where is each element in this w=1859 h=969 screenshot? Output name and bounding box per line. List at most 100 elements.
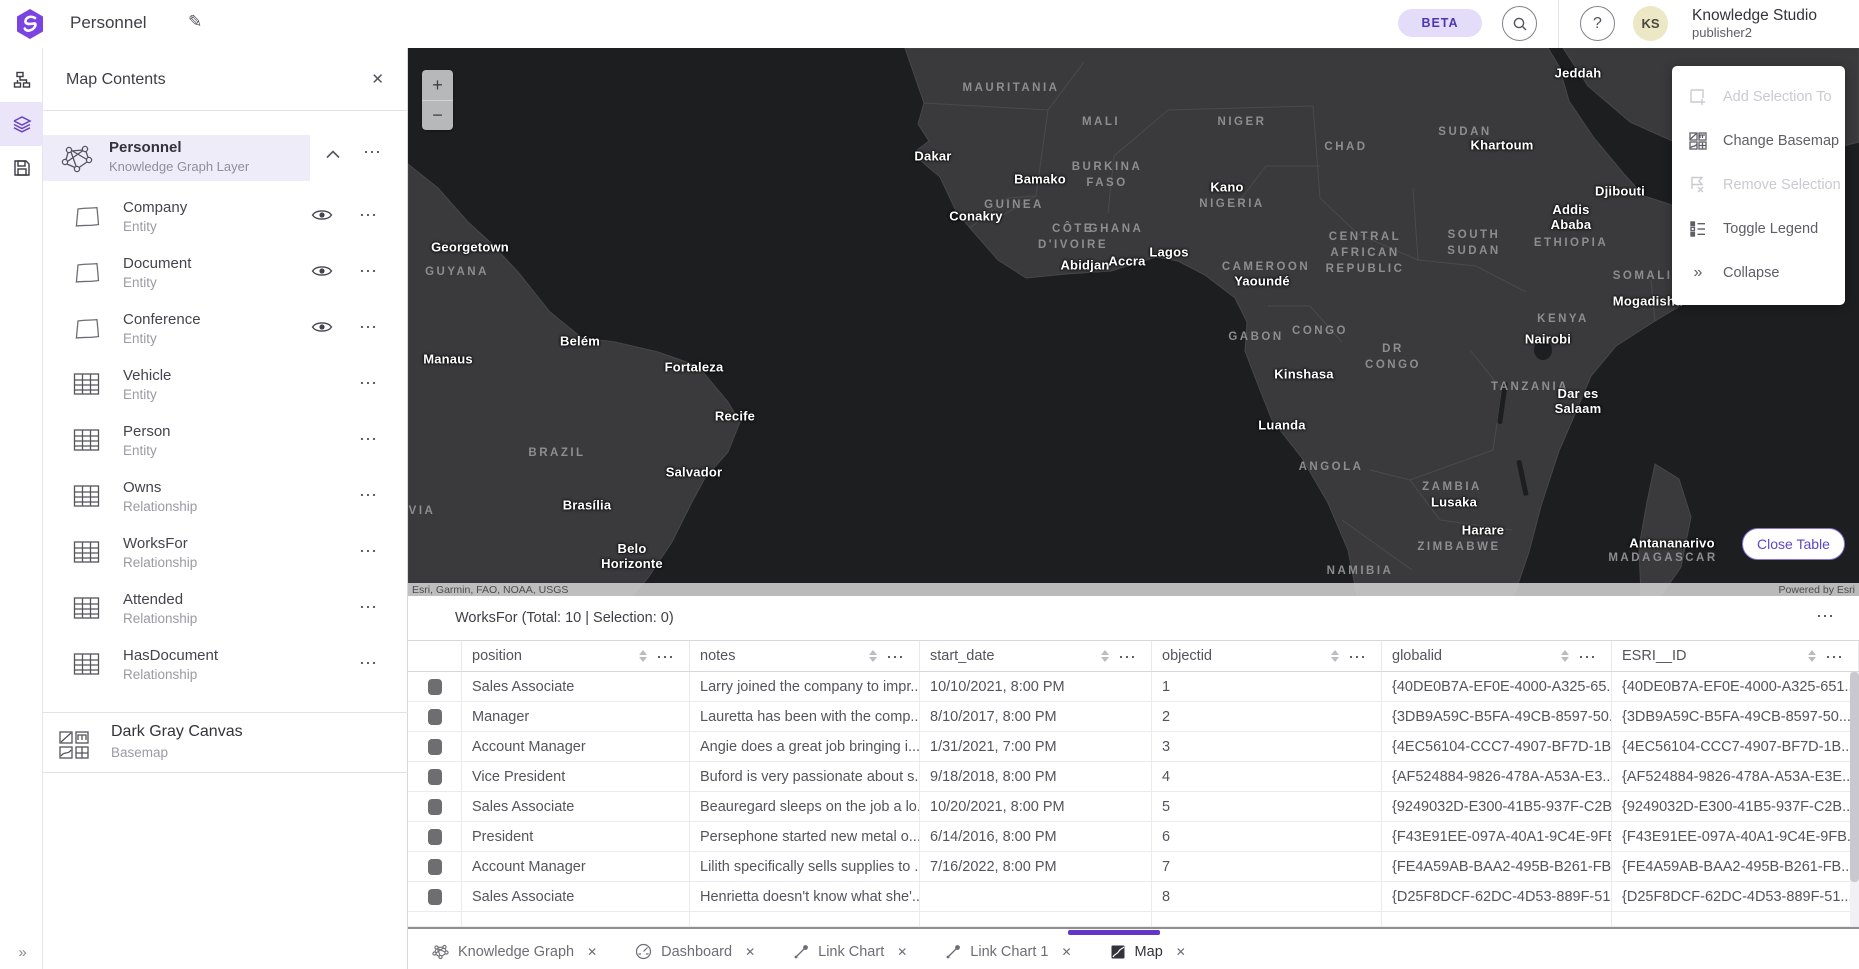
group-options-icon[interactable]: ⋯ [363, 143, 382, 161]
close-table-button[interactable]: Close Table [1742, 528, 1845, 560]
row-checkbox[interactable] [428, 859, 442, 875]
table-row[interactable]: Manager Lauretta has been with the comp.… [408, 702, 1859, 732]
view-tab[interactable]: Map ✕ [1110, 944, 1186, 960]
sidebar-item-layers[interactable] [0, 102, 43, 146]
sort-icon[interactable] [1101, 650, 1109, 662]
visibility-eye-icon[interactable] [311, 263, 333, 279]
sort-icon[interactable] [869, 650, 877, 662]
layer-options-icon[interactable]: ⋯ [359, 318, 378, 336]
help-button[interactable]: ? [1580, 6, 1615, 41]
zoom-in-button[interactable]: + [422, 70, 453, 100]
close-panel-icon[interactable]: ✕ [371, 70, 384, 88]
menu-item[interactable]: Change Basemap [1672, 119, 1845, 163]
menu-item[interactable]: Toggle Legend [1672, 207, 1845, 251]
column-options-icon[interactable]: ⋯ [656, 648, 675, 666]
table-row[interactable]: Sales Associate Beauregard sleeps on the… [408, 792, 1859, 822]
layer-list-item[interactable]: Document Entity ⋯ [43, 246, 408, 302]
row-checkbox[interactable] [428, 799, 442, 815]
app-logo-icon[interactable] [14, 8, 46, 40]
view-tab[interactable]: Link Chart 1 ✕ [945, 944, 1071, 960]
edit-title-icon[interactable]: ✎ [188, 12, 202, 32]
column-header[interactable]: globalid ⋯ [1382, 641, 1612, 671]
table-options-icon[interactable]: ⋯ [1816, 607, 1835, 625]
layer-options-icon[interactable]: ⋯ [359, 486, 378, 504]
layer-list-item[interactable]: Conference Entity ⋯ [43, 302, 408, 358]
table-row[interactable]: Account Manager Angie does a great job b… [408, 732, 1859, 762]
view-tab[interactable]: Knowledge Graph ✕ [432, 943, 597, 960]
layer-list-item[interactable]: Company Entity ⋯ [43, 190, 408, 246]
column-options-icon[interactable]: ⋯ [1118, 648, 1137, 666]
layer-group-personnel[interactable]: Personnel Knowledge Graph Layer ⋯ [43, 135, 408, 181]
map-country-label: ANGOLA [1299, 459, 1364, 475]
tab-close-icon[interactable]: ✕ [745, 945, 755, 959]
layer-list-item[interactable]: Attended Relationship ⋯ [43, 582, 408, 638]
sort-icon[interactable] [639, 650, 647, 662]
layer-options-icon[interactable]: ⋯ [359, 542, 378, 560]
column-header[interactable]: position ⋯ [462, 641, 690, 671]
map-country-label: KENYA [1537, 311, 1589, 327]
layer-list-item[interactable]: WorksFor Relationship ⋯ [43, 526, 408, 582]
view-tab[interactable]: Dashboard ✕ [635, 943, 755, 960]
sort-icon[interactable] [1808, 650, 1816, 662]
horizontal-scrollbar[interactable] [408, 927, 1859, 934]
map-view[interactable]: MAURITANIAMALINIGERSUDANCHADBURKINA FASO… [408, 48, 1859, 596]
layer-list-item[interactable]: Person Entity ⋯ [43, 414, 408, 470]
visibility-eye-icon[interactable] [311, 207, 333, 223]
layer-options-icon[interactable]: ⋯ [359, 262, 378, 280]
layer-options-icon[interactable]: ⋯ [359, 206, 378, 224]
menu-item-label: Collapse [1723, 265, 1779, 281]
row-checkbox[interactable] [428, 739, 442, 755]
sort-icon[interactable] [1561, 650, 1569, 662]
tab-close-icon[interactable]: ✕ [1176, 945, 1186, 959]
menu-item[interactable]: » Collapse [1672, 251, 1845, 295]
sort-icon[interactable] [1331, 650, 1339, 662]
column-options-icon[interactable]: ⋯ [1578, 648, 1597, 666]
row-checkbox[interactable] [428, 889, 442, 905]
tab-close-icon[interactable]: ✕ [1061, 945, 1071, 959]
row-checkbox[interactable] [428, 829, 442, 845]
layer-options-icon[interactable]: ⋯ [359, 430, 378, 448]
column-header[interactable]: notes ⋯ [690, 641, 920, 671]
tab-close-icon[interactable]: ✕ [587, 945, 597, 959]
menu-item[interactable]: Add Selection To [1672, 75, 1845, 119]
tab-close-icon[interactable]: ✕ [897, 945, 907, 959]
layer-list-item[interactable]: Vehicle Entity ⋯ [43, 358, 408, 414]
table-row[interactable]: Sales Associate Henrietta doesn't know w… [408, 882, 1859, 912]
menu-item[interactable]: Remove Selection [1672, 163, 1845, 207]
column-header[interactable]: objectid ⋯ [1152, 641, 1382, 671]
layer-list-item[interactable]: Owns Relationship ⋯ [43, 470, 408, 526]
vertical-scrollbar[interactable] [1850, 672, 1859, 926]
table-row[interactable]: Vice President Buford is very passionate… [408, 762, 1859, 792]
layer-options-icon[interactable]: ⋯ [359, 374, 378, 392]
cell-globalid: {FE4A59AB-BAA2-495B-B261-FB... [1382, 852, 1612, 881]
column-options-icon[interactable]: ⋯ [886, 648, 905, 666]
vertical-scrollbar-thumb[interactable] [1850, 672, 1859, 882]
view-tab[interactable]: Link Chart ✕ [793, 944, 907, 960]
horizontal-scrollbar-thumb[interactable] [1068, 930, 1160, 935]
table-row[interactable]: President Persephone started new metal o… [408, 822, 1859, 852]
table-row[interactable]: Sales Associate Larry joined the company… [408, 672, 1859, 702]
avatar[interactable]: KS [1633, 6, 1668, 41]
row-checkbox[interactable] [428, 709, 442, 725]
layer-options-icon[interactable]: ⋯ [359, 654, 378, 672]
sidebar-item-hierarchy[interactable] [0, 58, 43, 102]
zoom-out-button[interactable]: − [422, 100, 453, 130]
column-options-icon[interactable]: ⋯ [1825, 648, 1844, 666]
sidebar-item-save[interactable] [0, 146, 43, 190]
search-button[interactable] [1502, 6, 1537, 41]
table-row-clipped[interactable] [408, 912, 1859, 927]
basemap-item[interactable]: Dark Gray Canvas Basemap [43, 712, 408, 773]
column-header[interactable]: ESRI__ID ⋯ [1612, 641, 1859, 671]
chevron-up-icon[interactable] [326, 150, 340, 159]
cell-globalid: {F43E91EE-097A-40A1-9C4E-9FB... [1382, 822, 1612, 851]
row-checkbox[interactable] [428, 679, 442, 695]
layer-options-icon[interactable]: ⋯ [359, 598, 378, 616]
map-city-label: Abidjan [1060, 259, 1109, 274]
row-checkbox[interactable] [428, 769, 442, 785]
expand-rail-button[interactable]: » [0, 944, 43, 961]
table-row[interactable]: Account Manager Lilith specifically sell… [408, 852, 1859, 882]
visibility-eye-icon[interactable] [311, 319, 333, 335]
layer-list-item[interactable]: HasDocument Relationship ⋯ [43, 638, 408, 694]
column-header[interactable]: start_date ⋯ [920, 641, 1152, 671]
column-options-icon[interactable]: ⋯ [1348, 648, 1367, 666]
